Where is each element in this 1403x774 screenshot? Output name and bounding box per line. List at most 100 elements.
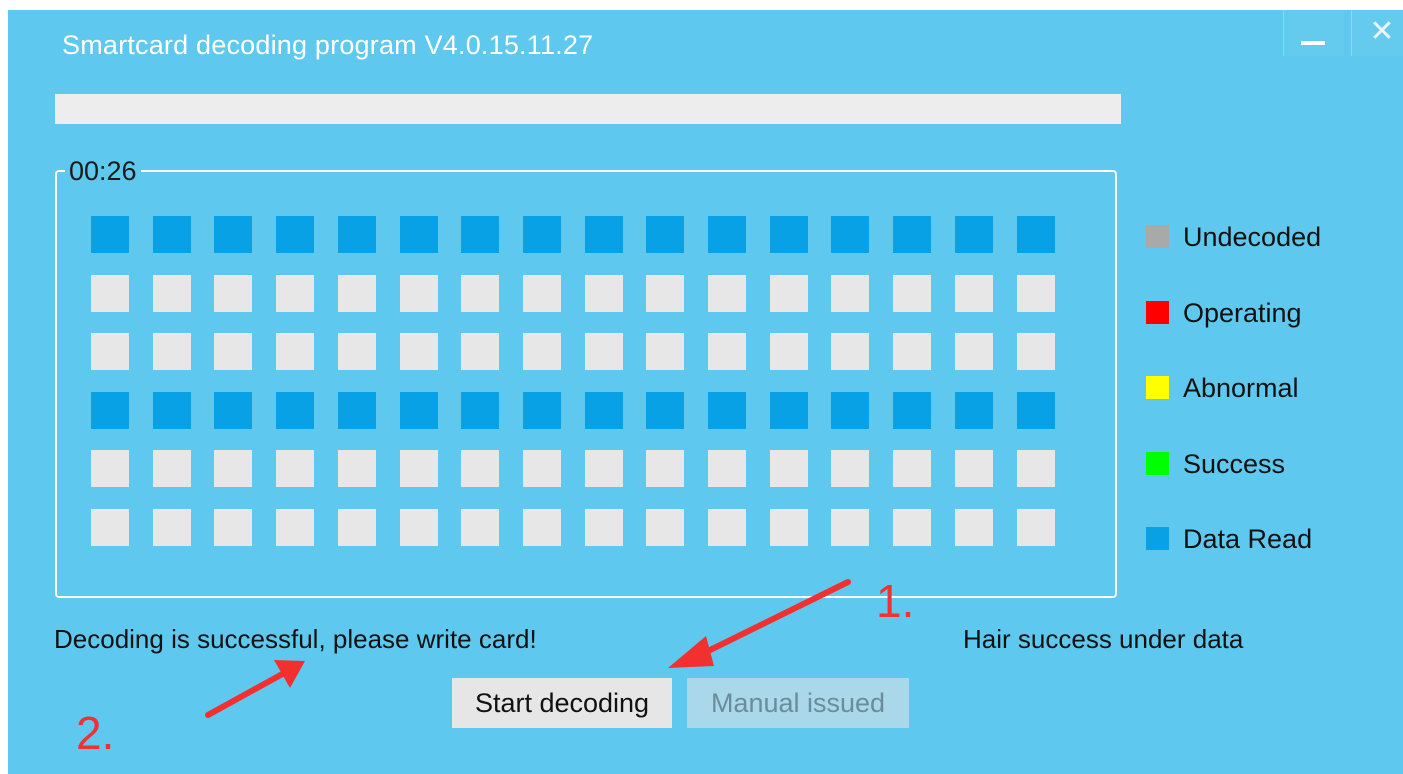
- sector-cell: [338, 216, 376, 253]
- sector-cell: [214, 275, 252, 312]
- sector-cell: [523, 333, 561, 370]
- legend-label: Abnormal: [1183, 373, 1299, 403]
- legend-label: Operating: [1183, 298, 1302, 328]
- sector-cell: [770, 216, 808, 253]
- sector-cell: [338, 450, 376, 487]
- sector-cell: [893, 275, 931, 312]
- sector-cell: [91, 509, 129, 546]
- decoder-window: Smartcard decoding program V4.0.15.11.27…: [8, 10, 1403, 774]
- sector-cell: [153, 392, 191, 429]
- sector-cell: [214, 216, 252, 253]
- sector-cell: [400, 450, 438, 487]
- sector-cell: [893, 333, 931, 370]
- sector-cell: [91, 275, 129, 312]
- sector-cell: [955, 450, 993, 487]
- legend-swatch: [1146, 527, 1169, 550]
- sector-cell: [523, 275, 561, 312]
- sector-cell: [708, 392, 746, 429]
- sector-cell: [91, 216, 129, 253]
- sector-cell: [214, 450, 252, 487]
- sector-cell: [338, 509, 376, 546]
- sector-cell: [770, 450, 808, 487]
- sector-cell: [585, 509, 623, 546]
- sector-cell: [893, 392, 931, 429]
- sector-grid: [57, 172, 1115, 596]
- sector-cell: [276, 275, 314, 312]
- sector-cell: [523, 509, 561, 546]
- sector-cell: [153, 216, 191, 253]
- sector-cell: [400, 333, 438, 370]
- sector-cell: [276, 450, 314, 487]
- sector-cell: [461, 216, 499, 253]
- sector-cell: [1017, 275, 1055, 312]
- sector-cell: [955, 216, 993, 253]
- sector-cell: [893, 216, 931, 253]
- sector-cell: [523, 450, 561, 487]
- sector-cell: [831, 275, 869, 312]
- legend-label: Undecoded: [1183, 222, 1322, 252]
- sector-cell: [770, 275, 808, 312]
- sector-cell: [646, 216, 684, 253]
- sector-cell: [523, 392, 561, 429]
- status-message: Decoding is successful, please write car…: [54, 624, 537, 654]
- sector-cell: [276, 509, 314, 546]
- sector-cell: [708, 509, 746, 546]
- sector-cell: [708, 450, 746, 487]
- sector-cell: [153, 333, 191, 370]
- decoding-progress-bar: [55, 94, 1121, 124]
- sector-cell: [646, 333, 684, 370]
- sector-cell: [1017, 216, 1055, 253]
- window-title: Smartcard decoding program V4.0.15.11.27: [62, 30, 594, 60]
- sector-cell: [1017, 333, 1055, 370]
- sector-cell: [400, 509, 438, 546]
- sector-cell: [893, 509, 931, 546]
- sector-cell: [461, 450, 499, 487]
- sector-cell: [708, 216, 746, 253]
- sector-cell: [523, 216, 561, 253]
- sector-cell: [1017, 509, 1055, 546]
- sector-cell: [646, 509, 684, 546]
- sector-cell: [338, 333, 376, 370]
- sector-cell: [585, 450, 623, 487]
- minimize-button[interactable]: [1283, 10, 1344, 56]
- sector-cell: [955, 333, 993, 370]
- sector-cell: [770, 509, 808, 546]
- sector-cell: [276, 392, 314, 429]
- sector-cell: [214, 333, 252, 370]
- sector-cell: [646, 275, 684, 312]
- sector-cell: [955, 275, 993, 312]
- close-button[interactable]: ✕: [1351, 10, 1403, 56]
- sector-cell: [276, 216, 314, 253]
- sector-cell: [338, 275, 376, 312]
- sector-cell: [708, 333, 746, 370]
- legend-swatch: [1146, 225, 1169, 248]
- status-right-message: Hair success under data: [963, 624, 1244, 654]
- sector-cell: [91, 392, 129, 429]
- sector-cell: [1017, 392, 1055, 429]
- start-decoding-button[interactable]: Start decoding: [452, 678, 672, 728]
- legend-label: Success: [1183, 449, 1286, 479]
- sector-cell: [770, 392, 808, 429]
- sector-cell: [955, 509, 993, 546]
- sector-cell: [153, 275, 191, 312]
- sector-cell: [770, 333, 808, 370]
- sector-cell: [646, 392, 684, 429]
- sector-cell: [276, 333, 314, 370]
- legend-swatch: [1146, 301, 1169, 324]
- sector-cell: [831, 450, 869, 487]
- manual-issued-button[interactable]: Manual issued: [687, 678, 909, 728]
- sector-cell: [831, 216, 869, 253]
- sector-cell: [893, 450, 931, 487]
- sector-cell: [91, 333, 129, 370]
- sector-cell: [461, 333, 499, 370]
- sector-cell: [400, 275, 438, 312]
- sector-cell: [461, 509, 499, 546]
- sector-cell: [153, 450, 191, 487]
- sector-cell: [585, 216, 623, 253]
- sector-cell: [461, 392, 499, 429]
- sector-cell: [338, 392, 376, 429]
- legend-swatch: [1146, 376, 1169, 399]
- sector-cell: [461, 275, 499, 312]
- sector-cell: [400, 392, 438, 429]
- sector-cell: [831, 392, 869, 429]
